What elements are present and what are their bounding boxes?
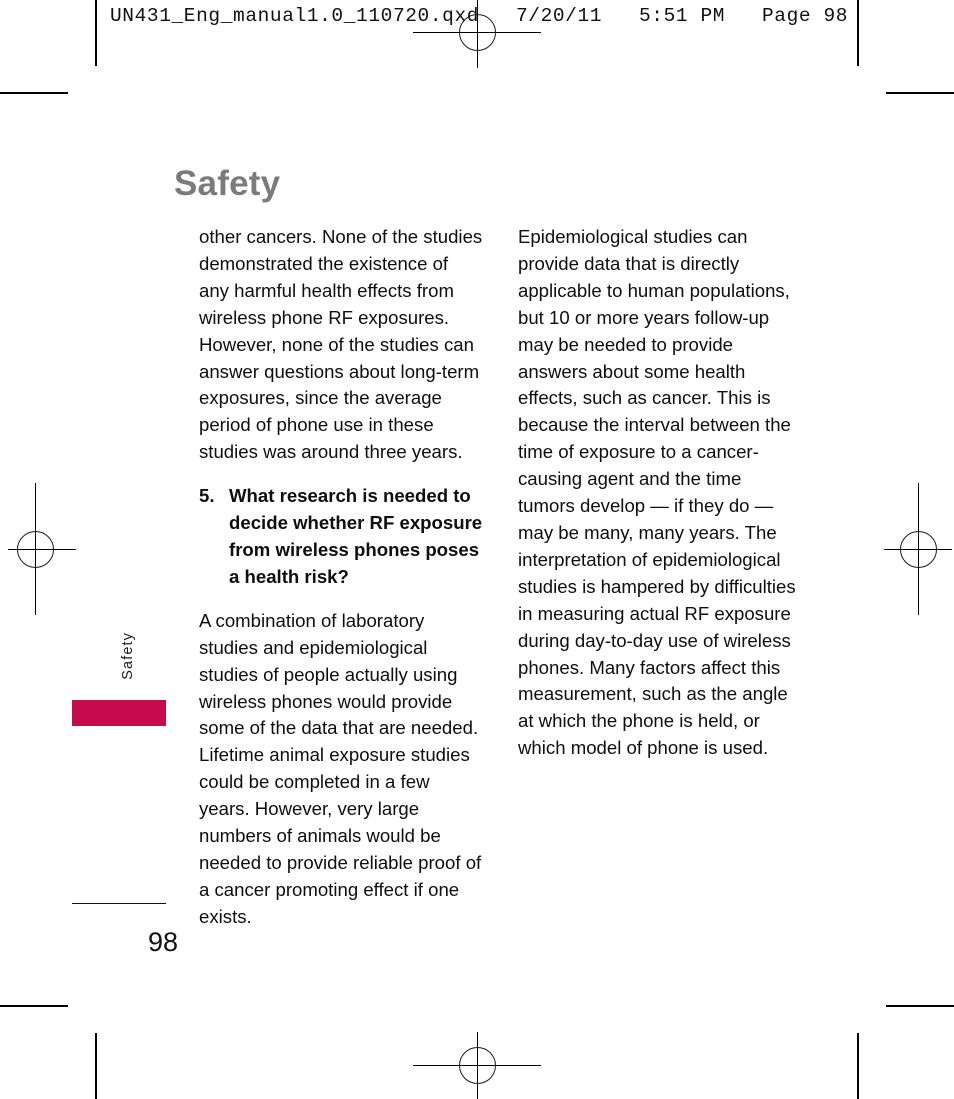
left-paragraph-2: A combination of laboratory studies and … [199, 609, 482, 927]
crop-mark-top-left-horizontal [0, 92, 68, 94]
left-paragraph-1: other cancers. None of the studies demon… [199, 226, 483, 463]
crop-mark-top-right-horizontal [886, 92, 954, 94]
footer-rule [72, 903, 166, 904]
crop-mark-bottom-right-vertical [857, 1033, 859, 1099]
side-thumb-tab-label: Safety [120, 632, 136, 680]
body-column-left: other cancers. None of the studies demon… [199, 224, 483, 931]
numbered-question-5-text: What research is needed to decide whethe… [229, 485, 483, 587]
registration-target-right [884, 483, 952, 615]
side-thumb-tab-bar [72, 700, 166, 726]
numbered-question-5-number: 5. [199, 485, 215, 507]
header-left-vertical-rule [95, 0, 97, 66]
header-right-vertical-rule [857, 0, 859, 66]
registration-target-top [413, 0, 541, 68]
crop-mark-bottom-left-vertical [95, 1033, 97, 1099]
crop-mark-bottom-left-horizontal [0, 1005, 68, 1007]
registration-target-bottom [413, 1032, 541, 1099]
page-title: Safety [174, 164, 281, 204]
right-paragraph-1: Epidemiological studies can provide data… [518, 226, 796, 759]
page-number: 98 [147, 927, 178, 957]
crop-mark-bottom-right-horizontal [886, 1005, 954, 1007]
registration-target-left [8, 483, 76, 615]
body-column-right: Epidemiological studies can provide data… [518, 224, 802, 762]
numbered-question-5: 5. What research is needed to decide whe… [199, 483, 483, 591]
